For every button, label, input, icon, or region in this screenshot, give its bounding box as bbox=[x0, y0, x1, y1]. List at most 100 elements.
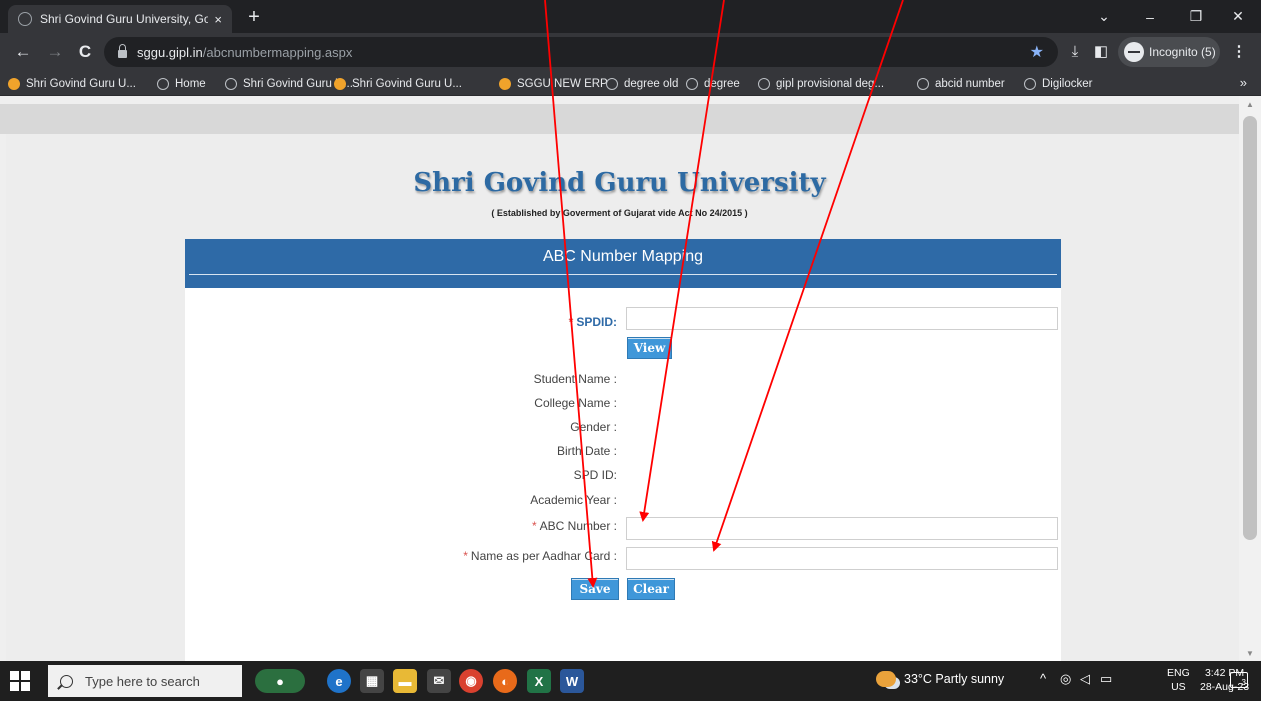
sun-icon bbox=[8, 78, 20, 90]
url-path: /abcnumbermapping.aspx bbox=[202, 44, 353, 60]
address-bar[interactable]: sggu.gipl.in/abcnumbermapping.aspx ★ bbox=[104, 37, 1058, 67]
side-panel-icon[interactable]: ◧ bbox=[1090, 41, 1112, 63]
word-icon[interactable]: W bbox=[560, 669, 584, 693]
save-button[interactable]: Save bbox=[571, 578, 619, 600]
bookmark-label: Home bbox=[175, 78, 206, 90]
bookmark-label: Shri Govind Guru U... bbox=[352, 78, 462, 90]
close-tab-icon[interactable]: × bbox=[214, 12, 222, 27]
file-explorer-icon[interactable]: ▬ bbox=[393, 669, 417, 693]
bookmark-item[interactable]: Home bbox=[157, 75, 206, 93]
url-host: sggu.gipl.in bbox=[137, 44, 203, 60]
page-scrollbar[interactable]: ▲ ▼ bbox=[1239, 96, 1261, 661]
abc-mapping-panel: ABC Number Mapping * SPDID: View Student … bbox=[185, 239, 1061, 661]
restore-button[interactable]: ❐ bbox=[1173, 0, 1219, 33]
globe-icon bbox=[606, 78, 618, 90]
browser-tab-active[interactable]: Shri Govind Guru University, God × bbox=[8, 5, 232, 33]
bookmark-item[interactable]: SGGU NEW ERP bbox=[499, 75, 608, 93]
minimize-button[interactable]: – bbox=[1127, 0, 1173, 33]
globe-icon bbox=[1024, 78, 1036, 90]
birth-date-label: Birth Date : bbox=[556, 444, 617, 458]
edge-browser-icon[interactable]: e bbox=[327, 669, 351, 693]
gender-label: Gender : bbox=[570, 420, 617, 434]
bookmark-star-icon[interactable]: ★ bbox=[1030, 42, 1044, 62]
partly-sunny-icon bbox=[876, 671, 896, 687]
weather-widget[interactable]: 33°C Partly sunny bbox=[876, 671, 1004, 687]
page-top-strip bbox=[0, 104, 1239, 134]
camera-icon[interactable]: ◎ bbox=[1060, 671, 1071, 687]
tab-title: Shri Govind Guru University, God bbox=[40, 12, 209, 26]
weather-text: 33°C Partly sunny bbox=[904, 672, 1005, 686]
scrollbar-thumb[interactable] bbox=[1243, 116, 1257, 540]
panel-header-rule bbox=[189, 274, 1057, 275]
college-name-label: College Name : bbox=[534, 396, 617, 410]
browser-menu-icon[interactable]: ⋮ bbox=[1228, 41, 1250, 63]
academic-year-label: Academic Year : bbox=[530, 493, 617, 507]
bookmarks-overflow-icon[interactable]: » bbox=[1240, 75, 1247, 90]
tab-search-icon[interactable]: ⌄ bbox=[1081, 0, 1127, 33]
bookmark-item[interactable]: degree old bbox=[606, 75, 678, 93]
volume-muted-icon[interactable]: ◁ bbox=[1080, 671, 1090, 687]
browser-toolbar: ← → C sggu.gipl.in/abcnumbermapping.aspx… bbox=[0, 33, 1261, 71]
bookmark-label: degree bbox=[704, 78, 740, 90]
network-icon[interactable]: ▭ bbox=[1100, 671, 1112, 687]
spdid-label: * SPDID: bbox=[568, 315, 617, 329]
scroll-up-icon[interactable]: ▲ bbox=[1239, 100, 1261, 109]
close-window-button[interactable]: ✕ bbox=[1215, 0, 1261, 33]
clear-button[interactable]: Clear bbox=[627, 578, 675, 600]
calculator-icon[interactable]: ▦ bbox=[360, 669, 384, 693]
tray-chevron-icon[interactable]: ^ bbox=[1040, 671, 1046, 686]
firefox-icon[interactable]: ◐ bbox=[493, 669, 517, 693]
mail-icon[interactable]: ✉ bbox=[427, 669, 451, 693]
chrome-icon[interactable]: ◉ bbox=[459, 669, 483, 693]
sun-icon bbox=[334, 78, 346, 90]
profile-label: Incognito (5) bbox=[1149, 45, 1216, 59]
input-language-indicator[interactable]: ENG US bbox=[1167, 666, 1190, 694]
aadhar-name-input[interactable] bbox=[626, 547, 1058, 570]
windows-start-icon[interactable] bbox=[10, 671, 30, 691]
bookmarks-bar: Shri Govind Guru U... Home Shri Govind G… bbox=[0, 71, 1261, 96]
bookmark-label: gipl provisional deg... bbox=[776, 78, 885, 90]
bookmark-label: Shri Govind Guru U... bbox=[26, 78, 136, 90]
view-button[interactable]: View bbox=[627, 337, 672, 359]
taskbar-search-placeholder: Type here to search bbox=[85, 673, 200, 689]
windows-taskbar: Type here to search ● e ▦ ▬ ✉ ◉ ◐ X W 33… bbox=[0, 661, 1261, 701]
globe-icon bbox=[225, 78, 237, 90]
established-subtitle: ( Established by Goverment of Gujarat vi… bbox=[491, 208, 748, 218]
aadhar-name-label: * Name as per Aadhar Card : bbox=[463, 549, 617, 563]
tennis-racket-icon[interactable]: ● bbox=[255, 669, 305, 693]
bookmark-item[interactable]: gipl provisional deg... bbox=[758, 75, 884, 93]
spdid-input[interactable] bbox=[626, 307, 1058, 330]
university-title: Shri Govind Guru University bbox=[413, 168, 826, 198]
globe-icon bbox=[157, 78, 169, 90]
scroll-down-icon[interactable]: ▼ bbox=[1239, 649, 1261, 658]
bookmark-item[interactable]: Digilocker bbox=[1024, 75, 1093, 93]
panel-header: ABC Number Mapping bbox=[185, 239, 1061, 288]
excel-icon[interactable]: X bbox=[527, 669, 551, 693]
bookmark-label: SGGU NEW ERP bbox=[517, 78, 608, 90]
notification-center-icon[interactable]: 3 bbox=[1230, 672, 1248, 688]
bookmark-label: degree old bbox=[624, 78, 679, 90]
bookmark-item[interactable]: Shri Govind Guru U... bbox=[334, 75, 462, 93]
required-mark: * bbox=[463, 549, 468, 563]
incognito-profile-button[interactable]: Incognito (5) bbox=[1118, 37, 1220, 67]
spd-id-label: SPD ID: bbox=[573, 468, 617, 482]
back-arrow-icon[interactable]: ← bbox=[12, 41, 34, 63]
forward-arrow-icon[interactable]: → bbox=[44, 41, 66, 63]
bookmark-item[interactable]: abcid number bbox=[917, 75, 1005, 93]
sun-icon bbox=[499, 78, 511, 90]
new-tab-button[interactable]: + bbox=[242, 4, 266, 30]
bookmark-item[interactable]: degree bbox=[686, 75, 740, 93]
student-name-label: Student Name : bbox=[533, 372, 617, 386]
browser-tab-strip: Shri Govind Guru University, God × + ⌄ –… bbox=[0, 0, 1261, 33]
taskbar-search-box[interactable]: Type here to search bbox=[48, 665, 242, 697]
required-mark: * bbox=[531, 519, 537, 533]
bookmark-item[interactable]: Shri Govind Guru U... bbox=[8, 75, 136, 93]
abc-number-input[interactable] bbox=[626, 517, 1058, 540]
download-icon[interactable]: ⤓ bbox=[1064, 41, 1086, 63]
bookmark-label: Digilocker bbox=[1042, 78, 1093, 90]
web-page: Shri Govind Guru University ( Establishe… bbox=[0, 96, 1239, 661]
globe-icon bbox=[686, 78, 698, 90]
bookmark-label: abcid number bbox=[935, 78, 1005, 90]
reload-icon[interactable]: C bbox=[74, 41, 96, 63]
search-icon bbox=[60, 674, 73, 688]
